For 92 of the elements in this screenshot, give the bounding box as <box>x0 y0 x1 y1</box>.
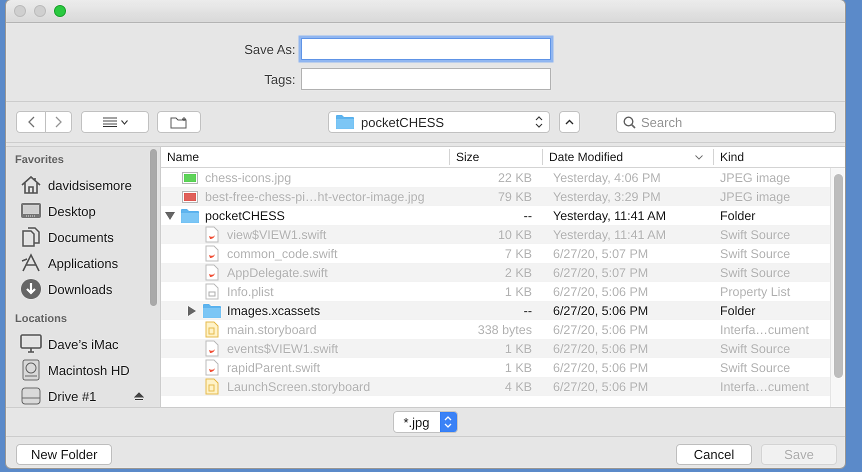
file-size: 79 KB <box>496 190 533 204</box>
chevron-left-icon <box>27 116 35 128</box>
sidebar-item[interactable]: Documents <box>15 224 144 250</box>
date-modified: 6/27/20, 5:06 PM <box>552 322 650 336</box>
file-kind: Interfa…cument <box>719 380 810 394</box>
file-size: 2 KB <box>504 266 533 280</box>
sidebar-item[interactable]: Dave’s iMac <box>15 331 144 357</box>
documents-icon <box>20 227 42 247</box>
home-icon <box>20 175 42 195</box>
date-modified: 6/27/20, 5:06 PM <box>552 360 650 374</box>
disclosure-triangle-icon[interactable] <box>165 212 175 220</box>
sidebar-item[interactable]: Applications <box>15 250 144 276</box>
scrollbar-thumb[interactable] <box>150 149 157 306</box>
file-kind: Swift Source <box>719 246 792 260</box>
filename-field[interactable] <box>300 38 550 60</box>
date-modified: 6/27/20, 5:06 PM <box>552 342 650 356</box>
file-size: -- <box>522 208 533 222</box>
chevron-right-icon <box>54 116 62 128</box>
field-label: Save As: <box>244 42 296 56</box>
chevron-up-icon <box>565 119 574 125</box>
file-kind: Folder <box>719 304 756 318</box>
sidebar-item[interactable]: Macintosh HD <box>15 357 144 383</box>
file-size: 22 KB <box>496 170 533 184</box>
file-size: 4 KB <box>504 380 533 394</box>
dialog-button[interactable]: New Folder <box>16 444 112 465</box>
computer-icon <box>20 334 42 354</box>
file-kind: Swift Source <box>719 266 792 280</box>
folder-icon <box>335 114 355 130</box>
date-modified: 6/27/20, 5:06 PM <box>552 284 650 298</box>
folder-icon <box>179 208 201 224</box>
new-folder-icon-button[interactable] <box>157 111 201 133</box>
file-name[interactable]: pocketCHESS <box>205 208 285 222</box>
file-kind: Swift Source <box>719 360 792 374</box>
file-kind: Swift Source <box>719 228 792 242</box>
minimize-button[interactable] <box>34 5 46 17</box>
sidebar-item[interactable]: Desktop <box>15 198 144 224</box>
eject-icon[interactable] <box>134 392 144 400</box>
zoom-button[interactable] <box>54 5 66 17</box>
applications-icon <box>20 253 42 273</box>
view-mode-button[interactable] <box>81 111 149 133</box>
file-type-popup[interactable]: *.jpg <box>393 411 458 433</box>
file-kind: Folder <box>719 208 756 222</box>
date-modified: Yesterday, 3:29 PM <box>552 190 662 204</box>
column-header[interactable]: Size <box>450 149 543 165</box>
file-kind: Interfa…cument <box>719 322 810 336</box>
back-button[interactable] <box>16 111 46 133</box>
column-header[interactable]: Name <box>161 149 450 165</box>
section-heading: Favorites <box>15 154 65 168</box>
file-kind: Property List <box>719 284 792 298</box>
new-folder-icon <box>170 116 188 128</box>
column-header[interactable]: Kind <box>714 149 828 165</box>
file-size: 1 KB <box>504 284 533 298</box>
date-modified: 6/27/20, 5:07 PM <box>552 246 650 260</box>
forward-button[interactable] <box>46 111 72 133</box>
date-modified: Yesterday, 11:41 AM <box>552 208 668 222</box>
downloads-icon <box>20 278 42 300</box>
sidebar-item[interactable]: Downloads <box>15 276 144 302</box>
file-kind: JPEG image <box>719 190 792 204</box>
list-icon <box>102 117 116 127</box>
file-size: 7 KB <box>504 246 533 260</box>
file-size: 1 KB <box>504 342 533 356</box>
date-modified: 6/27/20, 5:06 PM <box>552 380 650 394</box>
file-name[interactable]: Images.xcassets <box>227 304 320 318</box>
file-size: 10 KB <box>496 228 533 242</box>
tags-field[interactable] <box>300 68 550 90</box>
section-heading: Locations <box>15 313 68 327</box>
file-size: 338 bytes <box>476 322 533 336</box>
dialog-button[interactable]: Cancel <box>676 444 752 465</box>
stepper-icon <box>535 116 543 128</box>
file-size: -- <box>522 304 533 318</box>
file-kind: JPEG image <box>719 170 792 184</box>
caret-icon <box>120 120 128 124</box>
date-modified: 6/27/20, 5:06 PM <box>552 304 650 318</box>
sidebar-item[interactable]: davidsisemore <box>15 172 144 198</box>
sort-chevron-icon <box>695 154 703 160</box>
disclosure-triangle-icon[interactable] <box>188 306 196 316</box>
file-size: 1 KB <box>504 360 533 374</box>
close-button[interactable] <box>14 5 26 17</box>
desktop-icon <box>20 202 42 220</box>
sidebar-item[interactable]: Drive #1 <box>15 383 144 407</box>
field-label: Tags: <box>264 72 296 86</box>
column-header[interactable]: Date Modified <box>543 149 714 165</box>
location-popup[interactable]: pocketCHESS <box>328 111 550 133</box>
date-modified: 6/27/20, 5:07 PM <box>552 266 650 280</box>
stepper-icon <box>440 412 457 432</box>
scrollbar-thumb[interactable] <box>834 174 843 378</box>
expand-button[interactable] <box>559 111 580 133</box>
date-modified: Yesterday, 4:06 PM <box>552 170 662 184</box>
search-icon <box>623 116 636 128</box>
file-kind: Swift Source <box>719 342 792 356</box>
folder-icon <box>201 302 223 318</box>
date-modified: Yesterday, 11:41 AM <box>552 228 668 242</box>
